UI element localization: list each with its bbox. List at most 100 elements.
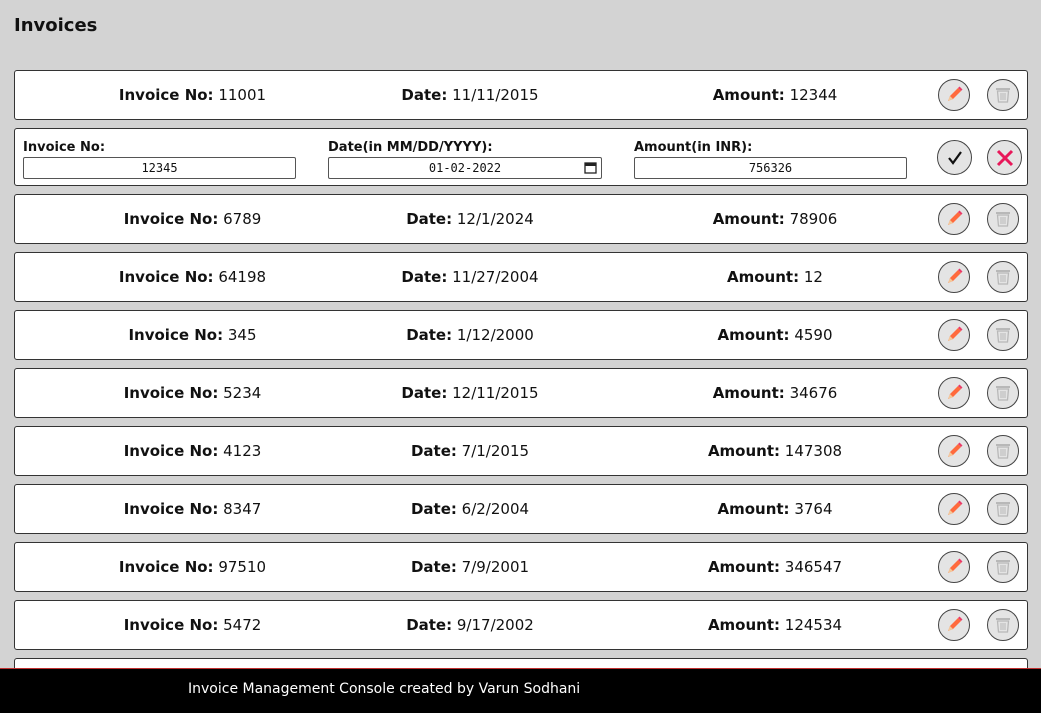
delete-button[interactable] bbox=[987, 79, 1019, 111]
amount-value: 12344 bbox=[789, 86, 838, 104]
invoice-number-cell: Invoice No: 97510 bbox=[85, 543, 300, 591]
delete-button[interactable] bbox=[987, 261, 1019, 293]
pencil-icon bbox=[948, 442, 963, 457]
trash-icon bbox=[996, 88, 1010, 103]
delete-button[interactable] bbox=[987, 319, 1019, 351]
date-label: Date: bbox=[401, 384, 448, 402]
invoice-no-label: Invoice No: bbox=[128, 326, 224, 344]
invoice-list: Invoice No: 11001 Date: 11/11/2015 Amoun… bbox=[14, 70, 1028, 708]
amount-value: 34676 bbox=[789, 384, 838, 402]
pencil-icon bbox=[948, 558, 963, 573]
delete-button[interactable] bbox=[987, 609, 1019, 641]
invoice-row: Invoice No: 5472 Date: 9/17/2002 Amount:… bbox=[14, 600, 1028, 650]
pencil-icon bbox=[948, 326, 963, 341]
amount-label: Amount: bbox=[717, 500, 790, 518]
invoice-no-input[interactable]: 12345 bbox=[23, 157, 296, 179]
date-field-label: Date(in MM/DD/YYYY): bbox=[328, 140, 493, 155]
date-value: 12/1/2024 bbox=[456, 210, 534, 228]
delete-button[interactable] bbox=[987, 377, 1019, 409]
invoice-no-label: Invoice No: bbox=[118, 86, 214, 104]
calendar-icon[interactable] bbox=[584, 161, 597, 174]
amount-label: Amount: bbox=[712, 210, 785, 228]
amount-field-label: Amount(in INR): bbox=[634, 140, 753, 155]
trash-icon bbox=[996, 386, 1010, 401]
edit-button[interactable] bbox=[938, 609, 970, 641]
edit-button[interactable] bbox=[938, 203, 970, 235]
edit-button[interactable] bbox=[938, 261, 970, 293]
invoice-no-value: 8347 bbox=[223, 500, 262, 518]
invoice-number-cell: Invoice No: 8347 bbox=[85, 485, 300, 533]
date-cell: Date: 11/27/2004 bbox=[345, 253, 595, 301]
invoice-no-label: Invoice No: bbox=[118, 558, 214, 576]
invoice-no-value: 97510 bbox=[218, 558, 267, 576]
amount-field: Amount(in INR): 756326 bbox=[634, 140, 907, 179]
pencil-icon bbox=[948, 210, 963, 225]
edit-button[interactable] bbox=[938, 79, 970, 111]
edit-button[interactable] bbox=[938, 377, 970, 409]
trash-icon bbox=[996, 270, 1010, 285]
pencil-icon bbox=[948, 500, 963, 515]
amount-cell: Amount: 147308 bbox=[655, 427, 895, 475]
pencil-icon bbox=[948, 86, 963, 101]
amount-value: 3764 bbox=[794, 500, 833, 518]
amount-cell: Amount: 3764 bbox=[655, 485, 895, 533]
close-icon bbox=[996, 149, 1013, 166]
amount-value: 12 bbox=[803, 268, 823, 286]
trash-icon bbox=[996, 328, 1010, 343]
invoice-row: Invoice No: 8347 Date: 6/2/2004 Amount: … bbox=[14, 484, 1028, 534]
cancel-button[interactable] bbox=[987, 140, 1022, 175]
amount-label: Amount: bbox=[712, 86, 785, 104]
invoice-no-value: 5472 bbox=[223, 616, 262, 634]
confirm-button[interactable] bbox=[937, 140, 972, 175]
invoice-number-cell: Invoice No: 64198 bbox=[85, 253, 300, 301]
pencil-icon bbox=[948, 268, 963, 283]
edit-button[interactable] bbox=[938, 551, 970, 583]
trash-icon bbox=[996, 444, 1010, 459]
amount-cell: Amount: 346547 bbox=[655, 543, 895, 591]
amount-label: Amount: bbox=[712, 384, 785, 402]
amount-label: Amount: bbox=[707, 616, 781, 634]
edit-button[interactable] bbox=[938, 435, 970, 467]
page-title: Invoices bbox=[14, 15, 98, 36]
invoice-no-label: Invoice No: bbox=[123, 500, 219, 518]
trash-icon bbox=[996, 502, 1010, 517]
invoice-no-value: 6789 bbox=[223, 210, 262, 228]
date-value: 11/11/2015 bbox=[452, 86, 539, 104]
amount-input[interactable]: 756326 bbox=[634, 157, 907, 179]
date-input[interactable]: 01-02-2022 bbox=[328, 157, 602, 179]
invoice-row: Invoice No: 97510 Date: 7/9/2001 Amount:… bbox=[14, 542, 1028, 592]
invoice-no-value: 345 bbox=[227, 326, 257, 344]
trash-icon bbox=[996, 560, 1010, 575]
date-value: 7/9/2001 bbox=[461, 558, 530, 576]
invoice-row: Invoice No: 5234 Date: 12/11/2015 Amount… bbox=[14, 368, 1028, 418]
invoice-no-value: 4123 bbox=[223, 442, 262, 460]
date-label: Date: bbox=[410, 500, 457, 518]
invoice-no-label: Invoice No: bbox=[118, 268, 214, 286]
delete-button[interactable] bbox=[987, 551, 1019, 583]
invoice-no-label: Invoice No: bbox=[123, 210, 219, 228]
invoice-number-cell: Invoice No: 5472 bbox=[85, 601, 300, 649]
edit-button[interactable] bbox=[938, 493, 970, 525]
date-value: 6/2/2004 bbox=[461, 500, 530, 518]
amount-cell: Amount: 124534 bbox=[655, 601, 895, 649]
date-value: 12/11/2015 bbox=[452, 384, 539, 402]
amount-label: Amount: bbox=[707, 442, 781, 460]
amount-cell: Amount: 4590 bbox=[655, 311, 895, 359]
date-cell: Date: 9/17/2002 bbox=[345, 601, 595, 649]
footer-text: Invoice Management Console created by Va… bbox=[188, 681, 581, 697]
date-cell: Date: 12/1/2024 bbox=[345, 195, 595, 243]
trash-icon bbox=[996, 618, 1010, 633]
date-label: Date: bbox=[410, 558, 457, 576]
edit-button[interactable] bbox=[938, 319, 970, 351]
pencil-icon bbox=[948, 384, 963, 399]
amount-cell: Amount: 12 bbox=[655, 253, 895, 301]
invoice-edit-row: Invoice No: 12345 Date(in MM/DD/YYYY): 0… bbox=[14, 128, 1028, 186]
amount-value: 4590 bbox=[794, 326, 833, 344]
invoice-no-label: Invoice No: bbox=[123, 616, 219, 634]
delete-button[interactable] bbox=[987, 203, 1019, 235]
invoice-number-cell: Invoice No: 11001 bbox=[85, 71, 300, 119]
delete-button[interactable] bbox=[987, 435, 1019, 467]
date-cell: Date: 7/9/2001 bbox=[345, 543, 595, 591]
amount-value: 346547 bbox=[784, 558, 843, 576]
delete-button[interactable] bbox=[987, 493, 1019, 525]
